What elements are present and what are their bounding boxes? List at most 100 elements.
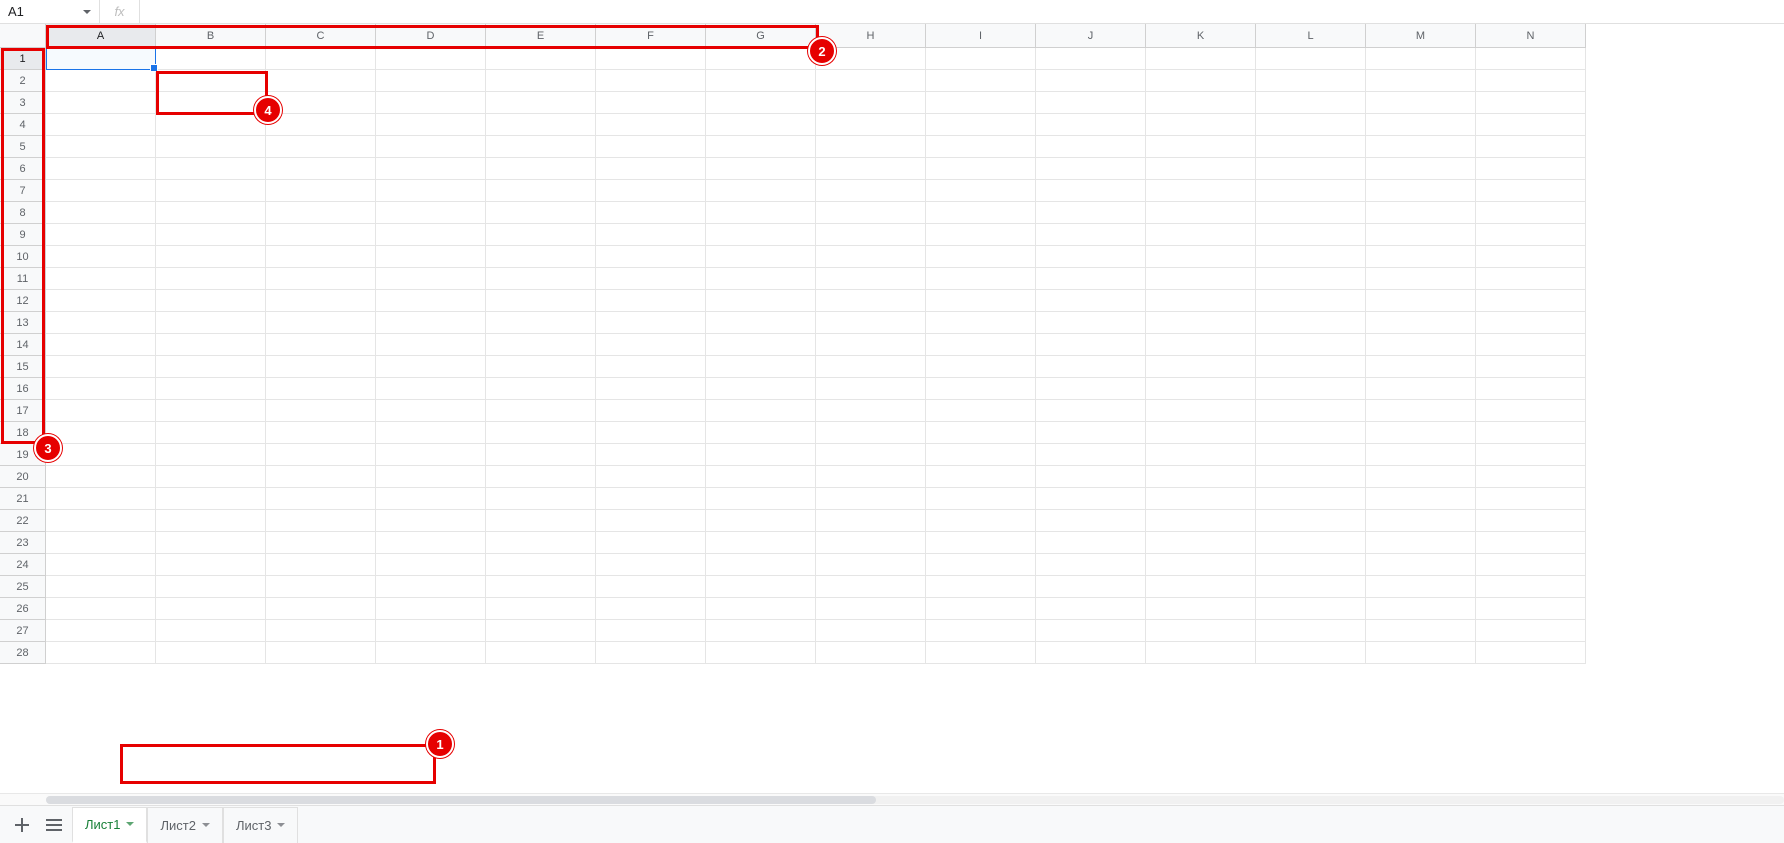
cell-L11[interactable] (1256, 268, 1366, 290)
cell-N20[interactable] (1476, 466, 1586, 488)
cell-M20[interactable] (1366, 466, 1476, 488)
cell-H19[interactable] (816, 444, 926, 466)
cell-M18[interactable] (1366, 422, 1476, 444)
cell-C22[interactable] (266, 510, 376, 532)
cell-F18[interactable] (596, 422, 706, 444)
cell-B7[interactable] (156, 180, 266, 202)
cell-N18[interactable] (1476, 422, 1586, 444)
cell-B17[interactable] (156, 400, 266, 422)
cell-K11[interactable] (1146, 268, 1256, 290)
column-header-B[interactable]: B (156, 24, 266, 48)
cell-H21[interactable] (816, 488, 926, 510)
cell-A3[interactable] (46, 92, 156, 114)
cell-C4[interactable] (266, 114, 376, 136)
cell-D17[interactable] (376, 400, 486, 422)
cell-D24[interactable] (376, 554, 486, 576)
cell-G6[interactable] (706, 158, 816, 180)
cell-I17[interactable] (926, 400, 1036, 422)
cell-M7[interactable] (1366, 180, 1476, 202)
cell-C13[interactable] (266, 312, 376, 334)
cell-H23[interactable] (816, 532, 926, 554)
cell-G10[interactable] (706, 246, 816, 268)
cell-I22[interactable] (926, 510, 1036, 532)
cell-I8[interactable] (926, 202, 1036, 224)
cell-M15[interactable] (1366, 356, 1476, 378)
cell-K24[interactable] (1146, 554, 1256, 576)
cell-G8[interactable] (706, 202, 816, 224)
cell-G12[interactable] (706, 290, 816, 312)
cell-H3[interactable] (816, 92, 926, 114)
cell-I21[interactable] (926, 488, 1036, 510)
cell-L14[interactable] (1256, 334, 1366, 356)
cell-N26[interactable] (1476, 598, 1586, 620)
cell-H10[interactable] (816, 246, 926, 268)
cell-I20[interactable] (926, 466, 1036, 488)
cell-J20[interactable] (1036, 466, 1146, 488)
cell-J23[interactable] (1036, 532, 1146, 554)
cell-B12[interactable] (156, 290, 266, 312)
cell-E17[interactable] (486, 400, 596, 422)
column-header-M[interactable]: M (1366, 24, 1476, 48)
cell-L17[interactable] (1256, 400, 1366, 422)
cell-K12[interactable] (1146, 290, 1256, 312)
cell-L8[interactable] (1256, 202, 1366, 224)
cell-A5[interactable] (46, 136, 156, 158)
cell-G7[interactable] (706, 180, 816, 202)
cell-M25[interactable] (1366, 576, 1476, 598)
cell-I18[interactable] (926, 422, 1036, 444)
cell-C12[interactable] (266, 290, 376, 312)
cell-G4[interactable] (706, 114, 816, 136)
formula-input[interactable] (140, 0, 1784, 23)
cell-F9[interactable] (596, 224, 706, 246)
cell-F2[interactable] (596, 70, 706, 92)
cell-E15[interactable] (486, 356, 596, 378)
cell-B10[interactable] (156, 246, 266, 268)
cell-M1[interactable] (1366, 48, 1476, 70)
cell-I5[interactable] (926, 136, 1036, 158)
column-header-D[interactable]: D (376, 24, 486, 48)
cell-H8[interactable] (816, 202, 926, 224)
cell-F6[interactable] (596, 158, 706, 180)
cell-H22[interactable] (816, 510, 926, 532)
cell-B23[interactable] (156, 532, 266, 554)
cell-B20[interactable] (156, 466, 266, 488)
cell-N28[interactable] (1476, 642, 1586, 664)
cell-D19[interactable] (376, 444, 486, 466)
column-header-I[interactable]: I (926, 24, 1036, 48)
cell-N3[interactable] (1476, 92, 1586, 114)
row-header-4[interactable]: 4 (0, 114, 46, 136)
cell-J6[interactable] (1036, 158, 1146, 180)
cell-C25[interactable] (266, 576, 376, 598)
select-all-corner[interactable] (0, 24, 46, 48)
cell-A9[interactable] (46, 224, 156, 246)
cell-G15[interactable] (706, 356, 816, 378)
cell-G25[interactable] (706, 576, 816, 598)
cell-A20[interactable] (46, 466, 156, 488)
cell-D14[interactable] (376, 334, 486, 356)
cell-N15[interactable] (1476, 356, 1586, 378)
cell-D20[interactable] (376, 466, 486, 488)
cell-J3[interactable] (1036, 92, 1146, 114)
cell-D10[interactable] (376, 246, 486, 268)
cell-A15[interactable] (46, 356, 156, 378)
cell-K25[interactable] (1146, 576, 1256, 598)
cell-F17[interactable] (596, 400, 706, 422)
cell-M21[interactable] (1366, 488, 1476, 510)
cell-E4[interactable] (486, 114, 596, 136)
cell-E10[interactable] (486, 246, 596, 268)
cell-I27[interactable] (926, 620, 1036, 642)
cell-H12[interactable] (816, 290, 926, 312)
row-header-24[interactable]: 24 (0, 554, 46, 576)
sheet-tab-1[interactable]: Лист1 (72, 807, 147, 843)
cell-M22[interactable] (1366, 510, 1476, 532)
cell-N6[interactable] (1476, 158, 1586, 180)
cell-K23[interactable] (1146, 532, 1256, 554)
column-header-G[interactable]: G (706, 24, 816, 48)
cell-K4[interactable] (1146, 114, 1256, 136)
cell-F13[interactable] (596, 312, 706, 334)
cell-K22[interactable] (1146, 510, 1256, 532)
cell-A24[interactable] (46, 554, 156, 576)
cell-N7[interactable] (1476, 180, 1586, 202)
cell-B18[interactable] (156, 422, 266, 444)
cell-F10[interactable] (596, 246, 706, 268)
